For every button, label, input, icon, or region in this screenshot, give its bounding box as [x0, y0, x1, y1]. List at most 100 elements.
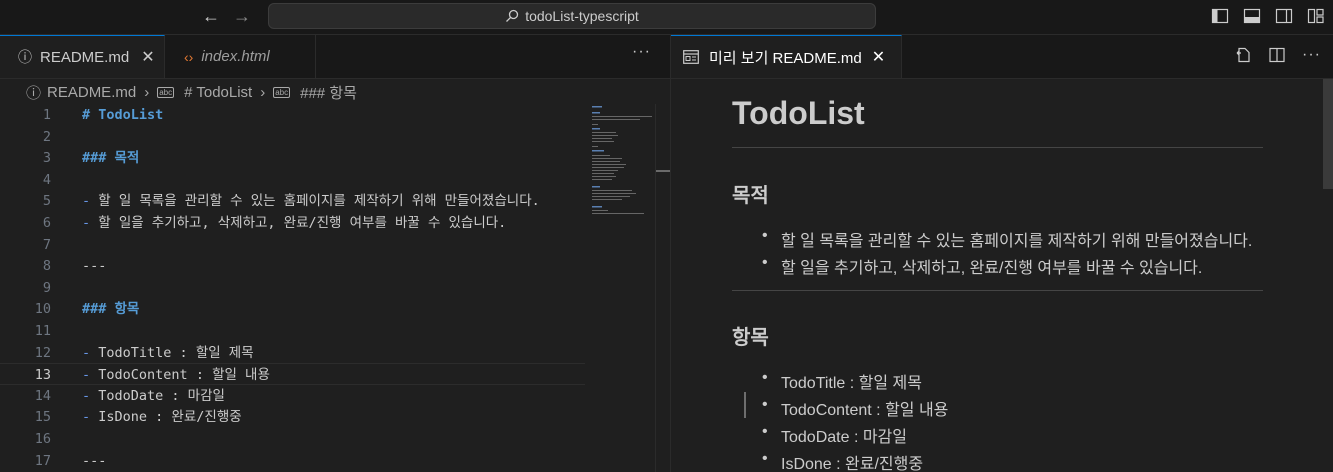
list-text: 할 일 목록을 관리할 수 있는 홈페이지를 제작하기 위해 만들어졌습니다. [98, 193, 540, 210]
back-arrow-icon[interactable]: ← [199, 5, 223, 27]
code-line[interactable]: 13 - TodoContent : 할일 내용 [0, 363, 585, 386]
code-line[interactable]: 3 ### 목적 [0, 147, 585, 169]
more-actions-icon[interactable]: ··· [632, 43, 651, 61]
html-code-icon: ‹› [184, 48, 194, 65]
line-number: 8 [42, 258, 51, 275]
code-text: # TodoList [82, 104, 163, 126]
more-actions-icon[interactable]: ··· [1302, 46, 1321, 64]
line-number: 7 [42, 236, 51, 253]
preview-icon [683, 50, 699, 64]
list-item: IsDone : 완료/진행중 [762, 450, 923, 472]
scrollbar-cursor-marker [656, 170, 670, 172]
layout-controls [1211, 7, 1325, 25]
list-marker: - [82, 387, 91, 404]
info-icon: ⓘ [18, 49, 32, 65]
toggle-primary-sidebar-icon[interactable] [1211, 7, 1229, 25]
markdown-heading: ### 목적 [82, 150, 140, 167]
line-number: 2 [42, 128, 51, 145]
line-number: 6 [42, 215, 51, 231]
minimap[interactable] [590, 104, 654, 234]
preview-heading-purpose: 목적 [732, 185, 769, 207]
line-number: 10 [34, 301, 51, 318]
code-editor[interactable]: 1 # TodoList 2 3 ### 목적 4 5 - 할 일 목록을 관리할 수 있는 … [0, 104, 670, 472]
code-line[interactable]: 11 [0, 320, 585, 342]
line-number: 13 [34, 367, 51, 384]
code-line[interactable]: 12 - TodoTitle : 할일 제목 [0, 342, 585, 364]
list-text: TodoDate : 마감일 [98, 387, 225, 404]
list-item: TodoContent : 할일 내용 [762, 396, 948, 420]
line-number: 17 [34, 452, 51, 469]
line-number: 11 [34, 323, 51, 339]
close-icon[interactable]: ✕ [872, 47, 885, 67]
code-line[interactable]: 2 [0, 126, 585, 148]
list-marker: - [82, 409, 91, 426]
preview-actions: ··· [1234, 46, 1321, 64]
code-line[interactable]: 9 [0, 277, 585, 299]
code-content: --- [82, 258, 107, 275]
list-item: 할 일 목록을 관리할 수 있는 홈페이지를 제작하기 위해 만들어졌습니다. [762, 227, 1252, 251]
tab-label: README.md [40, 48, 130, 66]
code-line[interactable]: 7 [0, 234, 585, 256]
preview-heading-1: TodoList [732, 95, 865, 131]
list-item: TodoDate : 마감일 [762, 423, 907, 447]
command-center-text: todoList-typescript [525, 8, 639, 24]
toggle-panel-icon[interactable] [1243, 7, 1261, 25]
code-line[interactable]: 14 - TodoDate : 마감일 [0, 385, 585, 407]
line-number: 16 [34, 431, 51, 447]
list-marker: - [82, 367, 91, 384]
string-symbol-icon: abc [273, 86, 291, 98]
string-symbol-icon: abc [157, 86, 175, 98]
list-text: IsDone : 완료/진행중 [98, 409, 242, 426]
preview-divider [732, 290, 1263, 291]
breadcrumb: ⓘ README.md › abc # TodoList › abc ### 항… [0, 80, 670, 104]
list-text: TodoTitle : 할일 제목 [98, 344, 254, 361]
list-marker: - [82, 344, 91, 361]
code-line[interactable]: 16 [0, 428, 585, 450]
markdown-heading: # TodoList [82, 107, 164, 123]
code-text: --- [82, 255, 106, 277]
tab-label: index.html [201, 48, 270, 65]
line-number: 14 [34, 387, 51, 404]
code-text: - TodoDate : 마감일 [82, 385, 225, 407]
code-line[interactable]: 15 - IsDone : 완료/진행중 [0, 406, 585, 428]
close-icon[interactable]: ✕ [141, 47, 154, 67]
editor-scrollbar[interactable] [655, 104, 670, 472]
code-line[interactable]: 10 ### 항목 [0, 298, 585, 320]
preview-heading-items: 항목 [732, 327, 769, 349]
forward-arrow-icon[interactable]: → [230, 5, 254, 27]
breadcrumb-section[interactable]: ### 항목 [300, 82, 357, 103]
command-center-search[interactable]: todoList-typescript [268, 3, 876, 29]
info-icon: ⓘ [26, 84, 42, 102]
code-line[interactable]: 4 [0, 169, 585, 191]
line-number: 1 [42, 107, 51, 123]
list-item: 할 일을 추기하고, 삭제하고, 완료/진행 여부를 바꿀 수 있습니다. [762, 254, 1202, 278]
tab-label: 미리 보기 README.md [709, 49, 862, 67]
code-text: --- [82, 450, 106, 472]
breadcrumb-file[interactable]: README.md [47, 84, 136, 101]
code-line[interactable]: 8 --- [0, 255, 585, 277]
tab-preview-readme[interactable]: 미리 보기 README.md ✕ [671, 35, 902, 78]
code-text: - 할 일을 추기하고, 삭제하고, 완료/진행 여부를 바꿀 수 있습니다. [82, 212, 506, 234]
breadcrumb-section[interactable]: # TodoList [184, 84, 252, 101]
list-marker: - [82, 215, 91, 231]
code-line[interactable]: 1 # TodoList [0, 104, 585, 126]
tab-readme[interactable]: ⓘ README.md ✕ [0, 35, 165, 78]
line-number: 12 [34, 344, 51, 361]
code-content: --- [82, 452, 107, 469]
code-line[interactable]: 17 --- [0, 450, 585, 472]
open-source-icon[interactable] [1234, 46, 1252, 64]
split-editor-icon[interactable] [1268, 46, 1286, 64]
preview-scrollbar[interactable] [1323, 79, 1333, 189]
list-text: TodoContent : 할일 내용 [98, 367, 270, 384]
list-marker: - [82, 193, 91, 210]
tab-index-html[interactable]: ‹› index.html [166, 35, 316, 78]
toggle-secondary-sidebar-icon[interactable] [1275, 7, 1293, 25]
markdown-preview[interactable]: TodoList 목적 할 일 목록을 관리할 수 있는 홈페이지를 제작하기 … [671, 79, 1333, 472]
code-text: - IsDone : 완료/진행중 [82, 406, 242, 428]
code-text: ### 항목 [82, 298, 139, 320]
code-line[interactable]: 6 - 할 일을 추기하고, 삭제하고, 완료/진행 여부를 바꿀 수 있습니다. [0, 212, 585, 234]
title-bar: ← → todoList-typescript [0, 0, 1333, 35]
code-line[interactable]: 5 - 할 일 목록을 관리할 수 있는 홈페이지를 제작하기 위해 만들어졌습니… [0, 190, 585, 212]
customize-layout-icon[interactable] [1307, 7, 1325, 25]
list-item: TodoTitle : 할일 제목 [762, 369, 922, 393]
